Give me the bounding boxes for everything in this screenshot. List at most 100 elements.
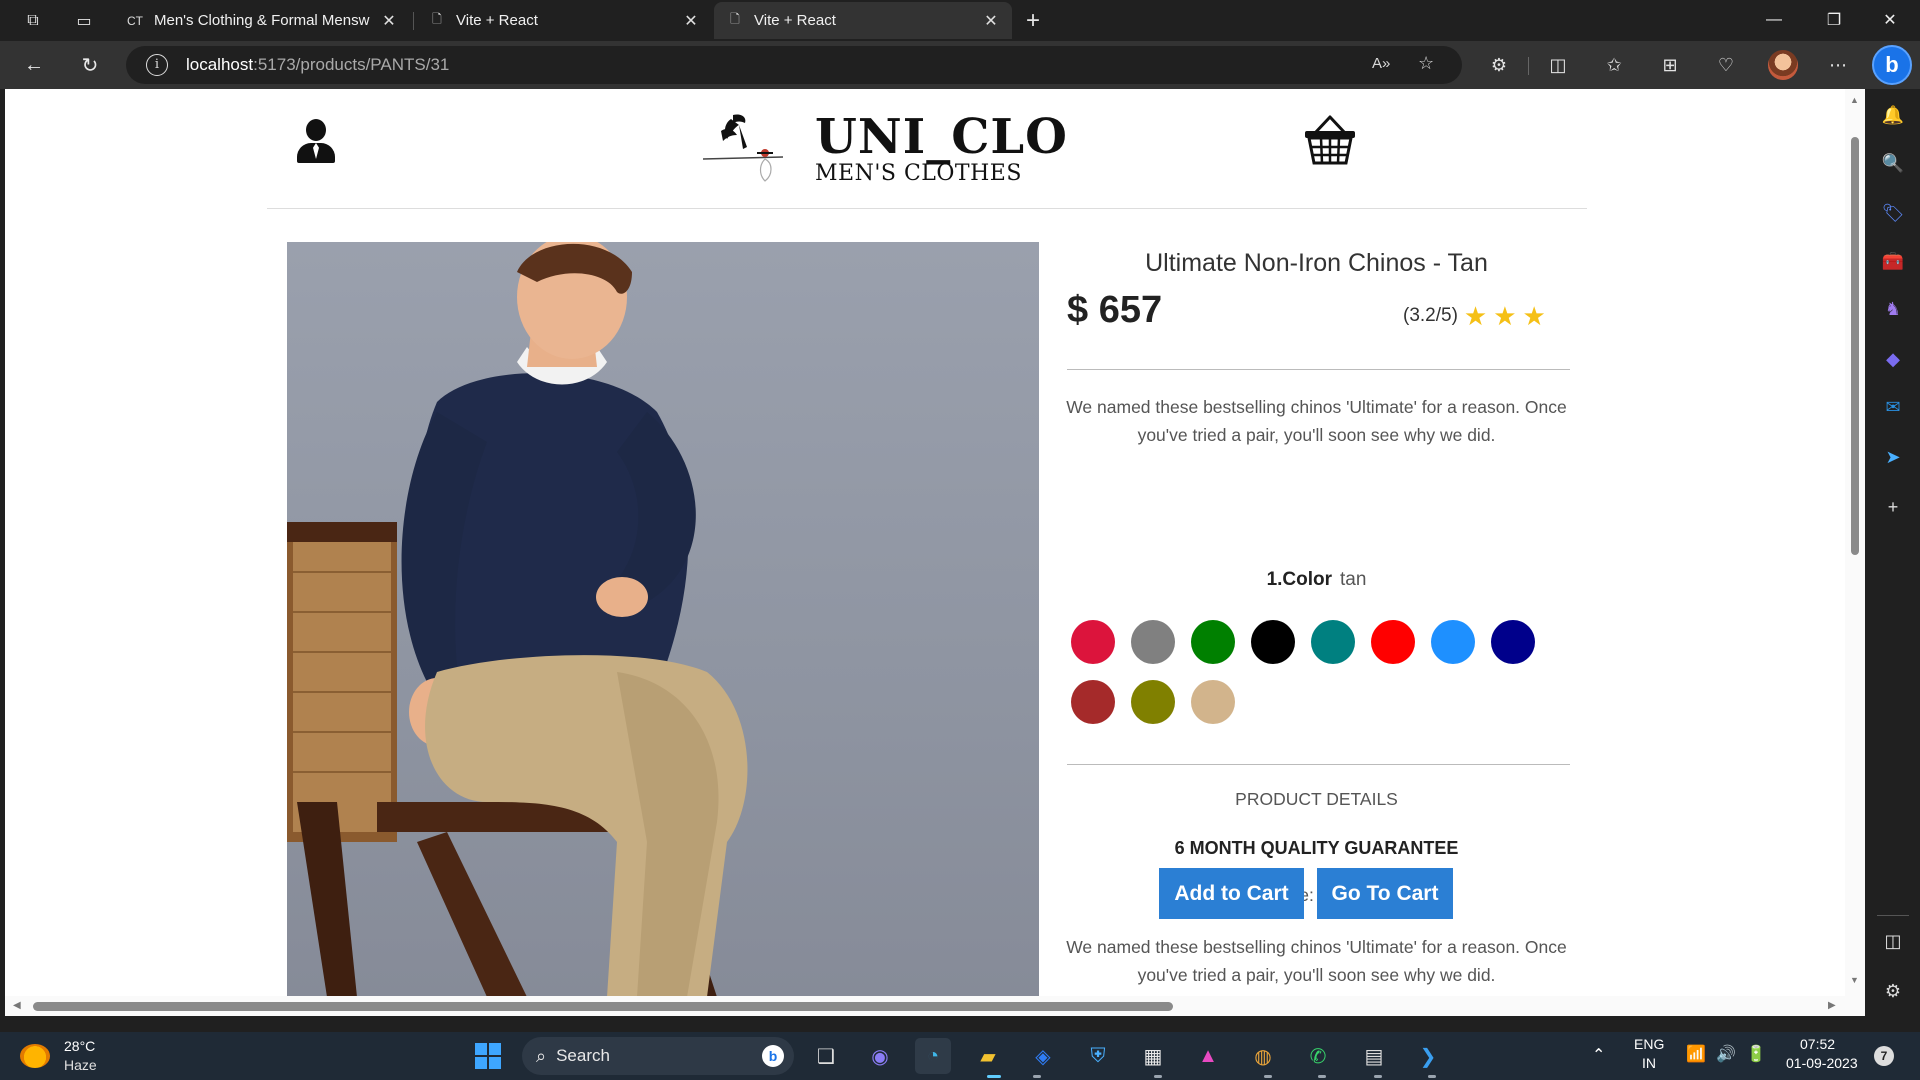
microsoft-store-icon[interactable]: ▦: [1135, 1038, 1171, 1074]
read-aloud-icon[interactable]: A»: [1372, 55, 1390, 72]
tab-vite-react-active[interactable]: 🗋 Vite + React ✕: [714, 2, 1012, 39]
color-swatch[interactable]: [1251, 620, 1295, 664]
product-name: Ultimate Non-Iron Chinos - Tan: [1145, 249, 1488, 277]
teams-chat-icon[interactable]: ◉: [862, 1038, 898, 1074]
close-window-icon[interactable]: ✕: [1862, 0, 1918, 40]
color-selector-label: 1.Color tan: [1063, 569, 1570, 591]
terminal-icon[interactable]: ▤: [1356, 1038, 1392, 1074]
new-tab-icon[interactable]: +: [1020, 7, 1046, 34]
shopping-basket-icon[interactable]: [1303, 115, 1357, 165]
vertical-scrollbar[interactable]: ▲ ▼: [1845, 89, 1865, 1016]
clock-date[interactable]: 01-09-2023: [1786, 1055, 1858, 1071]
color-swatch[interactable]: [1371, 620, 1415, 664]
copilot-icon[interactable]: b: [1872, 45, 1912, 85]
notification-bell-icon[interactable]: 🔔: [1881, 103, 1905, 127]
chrome-icon[interactable]: ◍: [1245, 1038, 1281, 1074]
scroll-left-icon[interactable]: ◀: [13, 1000, 21, 1011]
color-swatch[interactable]: [1071, 680, 1115, 724]
model-photo-illustration: [287, 242, 748, 997]
scroll-down-icon[interactable]: ▼: [1850, 975, 1859, 985]
color-swatch[interactable]: [1131, 620, 1175, 664]
battery-icon[interactable]: 🔋: [1746, 1044, 1766, 1064]
app-icon[interactable]: ⛨: [1080, 1038, 1116, 1074]
add-to-cart-button[interactable]: Add to Cart: [1159, 868, 1304, 919]
color-swatch[interactable]: [1071, 620, 1115, 664]
search-label: Search: [556, 1046, 610, 1065]
search-icon[interactable]: 🔍: [1881, 151, 1905, 175]
horizontal-scrollbar[interactable]: ◀ ▶: [5, 996, 1845, 1016]
close-icon[interactable]: ✕: [982, 11, 1000, 31]
product-description: We named these bestselling chinos 'Ultim…: [1066, 397, 1567, 445]
address-bar[interactable]: i localhost:5173/products/PANTS/31 A» ☆: [126, 46, 1462, 84]
color-swatch[interactable]: [1311, 620, 1355, 664]
color-swatch[interactable]: [1191, 680, 1235, 724]
language-code[interactable]: ENG: [1634, 1036, 1664, 1052]
more-menu-icon[interactable]: ⋯: [1824, 51, 1852, 79]
browser-essentials-icon[interactable]: ♡: [1712, 51, 1740, 79]
site-info-icon[interactable]: i: [146, 54, 168, 76]
tab-vite-react-1[interactable]: 🗋 Vite + React ✕: [416, 2, 712, 39]
task-view-icon[interactable]: ❑: [808, 1038, 844, 1074]
tab-mens-clothing[interactable]: CT Men's Clothing & Formal Mensw ✕: [114, 2, 410, 39]
site-logo[interactable]: UNI_CLO MEN'S CLOTHES: [703, 105, 1073, 195]
tab-divider: [413, 12, 414, 30]
sidebar-settings-icon[interactable]: ⚙: [1881, 979, 1905, 1003]
drop-icon[interactable]: ➤: [1881, 445, 1905, 469]
clock-time[interactable]: 07:52: [1800, 1036, 1835, 1052]
restore-icon[interactable]: ❐: [1806, 0, 1862, 40]
stork-logo-icon: [703, 114, 784, 182]
hide-sidebar-icon[interactable]: ◫: [1881, 929, 1905, 953]
vscode-icon[interactable]: ❯: [1410, 1038, 1446, 1074]
url-text[interactable]: localhost:5173/products/PANTS/31: [186, 55, 449, 75]
dropbox-icon[interactable]: ◈: [1025, 1038, 1061, 1074]
minimize-icon[interactable]: —: [1746, 0, 1802, 40]
start-icon[interactable]: [470, 1038, 506, 1074]
favorites-icon[interactable]: ✩: [1600, 51, 1628, 79]
color-swatch[interactable]: [1431, 620, 1475, 664]
copilot-sidebar-icon[interactable]: ◆: [1881, 347, 1905, 371]
scroll-right-icon[interactable]: ▶: [1828, 1000, 1836, 1011]
whatsapp-icon[interactable]: ✆: [1300, 1038, 1336, 1074]
scrollbar-thumb[interactable]: [1851, 137, 1859, 555]
language-region[interactable]: IN: [1642, 1055, 1656, 1071]
scroll-up-icon[interactable]: ▲: [1850, 95, 1859, 105]
tab-title: Vite + React: [456, 12, 538, 29]
shopping-tag-icon[interactable]: 🏷: [1881, 201, 1905, 225]
tools-icon[interactable]: 🧰: [1881, 249, 1905, 273]
file-explorer-icon[interactable]: ▰: [970, 1038, 1006, 1074]
taskbar-search[interactable]: ⌕ Search b: [522, 1037, 794, 1075]
edge-sidebar: 🔔 🔍 🏷 🧰 ♞ ◆ ✉ ➤ + ◫ ⚙: [1865, 89, 1920, 1016]
scrollbar-thumb[interactable]: [33, 1002, 1173, 1011]
collections-icon[interactable]: ⊞: [1656, 51, 1684, 79]
back-icon[interactable]: ←: [18, 49, 50, 81]
workspaces-icon[interactable]: ⧉: [20, 8, 46, 34]
close-icon[interactable]: ✕: [682, 11, 700, 31]
color-swatch[interactable]: [1191, 620, 1235, 664]
affinity-icon[interactable]: ▲: [1190, 1038, 1226, 1074]
running-app-indicator: [1374, 1075, 1382, 1078]
product-details-heading: PRODUCT DETAILS: [1235, 789, 1398, 809]
games-icon[interactable]: ♞: [1881, 297, 1905, 321]
outlook-icon[interactable]: ✉: [1881, 395, 1905, 419]
star-icon: ★: [1463, 301, 1488, 331]
split-screen-icon[interactable]: ◫: [1544, 51, 1572, 79]
refresh-icon[interactable]: ↻: [74, 49, 106, 81]
color-swatch[interactable]: [1491, 620, 1535, 664]
weather-desc: Haze: [64, 1057, 97, 1073]
user-account-icon[interactable]: [295, 119, 337, 165]
product-price: $ 657: [1067, 289, 1163, 331]
extensions-icon[interactable]: ⚙: [1485, 51, 1513, 79]
tab-actions-icon[interactable]: ▭: [71, 8, 97, 34]
go-to-cart-button[interactable]: Go To Cart: [1317, 868, 1453, 919]
notification-count[interactable]: 7: [1874, 1046, 1894, 1066]
close-icon[interactable]: ✕: [380, 11, 398, 31]
color-swatch[interactable]: [1131, 680, 1175, 724]
product-details-description: We named these bestselling chinos 'Ultim…: [1066, 937, 1567, 985]
favorite-star-icon[interactable]: ☆: [1418, 53, 1434, 74]
profile-avatar[interactable]: [1768, 50, 1798, 80]
chevron-up-icon[interactable]: ⌃: [1592, 1045, 1605, 1065]
wifi-icon[interactable]: 📶: [1686, 1044, 1706, 1064]
edge-app-icon[interactable]: ◔: [915, 1038, 951, 1074]
add-sidebar-app-icon[interactable]: +: [1881, 495, 1905, 519]
volume-icon[interactable]: 🔊: [1716, 1044, 1736, 1064]
